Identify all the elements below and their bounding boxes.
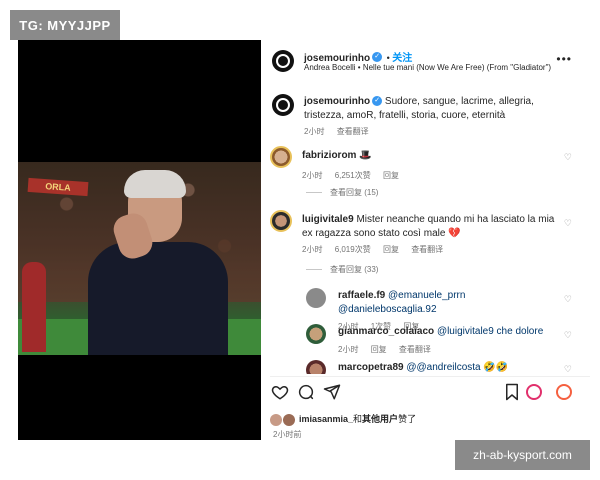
reply-item: raffaele.f9 @emanuele_prrn @danielebosca… [306, 288, 580, 331]
liker-avatar [270, 413, 282, 426]
verified-icon: ✓ [372, 96, 383, 107]
comment-item: fabriziorom 🎩 2小时 6,251次赞 回复 ♡ [270, 146, 580, 186]
likes-summary: imiasanmia_和其他用户赞了 [270, 412, 580, 426]
comment-likes[interactable]: 6,251次赞 [335, 171, 371, 180]
like-comment-icon[interactable]: ♡ [564, 152, 572, 163]
caption-username[interactable]: josemourinho [304, 96, 370, 107]
man-hair [124, 170, 186, 198]
post-actions-bar [270, 382, 580, 406]
translate-link[interactable]: 查看翻译 [399, 345, 431, 354]
reply-link[interactable]: 回复 [371, 345, 387, 354]
replier-username[interactable]: raffaele.f9 [338, 290, 385, 301]
likes-others-link[interactable]: 其他用户 [362, 414, 398, 424]
caption-avatar[interactable] [272, 94, 294, 116]
background-person [22, 262, 46, 352]
more-options-icon[interactable]: ••• [556, 52, 572, 66]
divider-line [306, 269, 322, 271]
replier-username[interactable]: gianmarco_colaiaco [338, 326, 434, 337]
like-comment-icon[interactable]: ♡ [564, 218, 572, 229]
divider [270, 376, 590, 377]
view-replies-link[interactable]: 查看回复 (33) [306, 264, 378, 275]
commenter-avatar[interactable] [270, 210, 292, 232]
comment-time: 2小时 [302, 170, 323, 180]
replier-username[interactable]: marcopetra89 [338, 362, 404, 373]
comment-text: 🎩 [359, 150, 372, 161]
likes-suffix: 赞了 [398, 414, 417, 424]
audio-track[interactable]: Andrea Bocelli • Nelle tue mani (Now We … [304, 63, 551, 72]
replier-avatar[interactable] [306, 360, 326, 374]
reply-text[interactable]: @@andreilcosta 🤣🤣 [406, 362, 508, 373]
author-avatar[interactable] [272, 50, 294, 72]
divider-line [306, 192, 322, 194]
threads-icon[interactable] [556, 384, 572, 400]
post-photo: ORLA [18, 162, 261, 355]
verified-icon: ✓ [372, 51, 383, 62]
comment-icon[interactable] [296, 382, 316, 402]
reply-text[interactable]: @luigivitale9 che dolore [437, 326, 543, 337]
reply-item: marcopetra89 @@andreilcosta 🤣🤣 ♡ [306, 360, 580, 374]
share-icon[interactable] [322, 382, 342, 402]
bookmark-icon[interactable] [502, 382, 522, 402]
post-header: josemourinho ✓ • 关注 Andrea Bocelli • Nell… [270, 44, 590, 78]
comment-item: luigivitale9 Mister neanche quando mi ha… [270, 210, 580, 256]
reply-link[interactable]: 回复 [383, 245, 399, 254]
view-replies-label: 查看回复 (15) [330, 188, 379, 197]
caption-time: 2小时 [304, 127, 325, 136]
man-shirt [88, 242, 228, 355]
like-comment-icon[interactable]: ♡ [564, 364, 572, 374]
reply-link[interactable]: 回复 [383, 171, 399, 180]
heart-icon[interactable] [270, 382, 290, 402]
comment-time: 2小时 [302, 245, 323, 254]
replier-avatar[interactable] [306, 288, 326, 308]
view-replies-link[interactable]: 查看回复 (15) [306, 187, 378, 198]
reply-item: gianmarco_colaiaco @luigivitale9 che dol… [306, 324, 580, 356]
caption-translate-link[interactable]: 查看翻译 [337, 127, 369, 136]
commenter-username[interactable]: fabriziorom [302, 150, 356, 161]
like-comment-icon[interactable]: ♡ [564, 294, 572, 305]
watermark-bottom: zh-ab-kysport.com [455, 440, 590, 470]
liker-avatar [283, 413, 295, 426]
commenter-username[interactable]: luigivitale9 [302, 214, 354, 225]
view-replies-label: 查看回复 (33) [330, 265, 379, 274]
replier-avatar[interactable] [306, 324, 326, 344]
likes-connector: 和 [353, 414, 363, 424]
remix-icon[interactable] [526, 384, 542, 400]
comment-likes[interactable]: 6,019次赞 [335, 245, 371, 254]
translate-link[interactable]: 查看翻译 [411, 245, 443, 254]
commenter-avatar[interactable] [270, 146, 292, 168]
watermark-top: TG: MYYJJPP [10, 10, 120, 40]
post-time: 2小时前 [273, 430, 302, 439]
reply-time: 2小时 [338, 344, 359, 354]
like-comment-icon[interactable]: ♡ [564, 330, 572, 341]
liker-username[interactable]: imiasanmia_ [299, 414, 353, 424]
